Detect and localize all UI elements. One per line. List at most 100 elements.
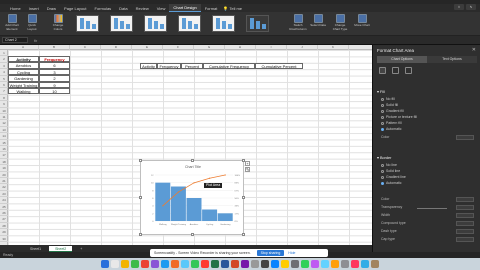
border-option-solid[interactable]: Solid line: [381, 169, 400, 173]
tab-format[interactable]: Format: [201, 5, 222, 12]
dock-app-icon[interactable]: [321, 260, 329, 268]
sheet-tab-sheet1[interactable]: Sheet1: [24, 246, 47, 252]
chart-styles-brush-icon[interactable]: ✎: [245, 167, 250, 172]
table2-header-cumulative-frequency[interactable]: Cumulative Frequency: [203, 63, 255, 70]
tab-data[interactable]: Data: [115, 5, 131, 12]
resize-handle-t[interactable]: [191, 159, 194, 162]
dock-app-icon[interactable]: [291, 260, 299, 268]
resize-handle-tl[interactable]: [139, 159, 142, 162]
dock-app-icon[interactable]: [221, 260, 229, 268]
fill-option-pattern[interactable]: Pattern fill: [381, 121, 402, 125]
dock-app-icon[interactable]: [131, 260, 139, 268]
width-field[interactable]: [456, 213, 474, 218]
dock-app-icon[interactable]: [181, 260, 189, 268]
table2-header-frequency[interactable]: Frequency: [157, 63, 181, 70]
tab-text-options[interactable]: Text Options: [427, 56, 477, 63]
bar[interactable]: [217, 213, 233, 221]
dock-app-icon[interactable]: [311, 260, 319, 268]
bar[interactable]: [155, 182, 171, 221]
chart-style-2[interactable]: [110, 15, 133, 32]
select-data-button[interactable]: Select Data: [310, 14, 326, 34]
size-properties-icon[interactable]: [405, 67, 412, 74]
fill-color-picker[interactable]: [456, 135, 474, 140]
add-chart-element-button[interactable]: Add Chart Element: [4, 14, 20, 34]
close-icon[interactable]: ✕: [472, 47, 476, 53]
chart-elements-plus-icon[interactable]: +: [245, 161, 250, 166]
dock-app-icon[interactable]: [301, 260, 309, 268]
pareto-chart[interactable]: Chart Title 0 0% 2 17% 4 33% 6 50% 8 67% 10 83% 12 100…: [139, 159, 245, 236]
resize-handle-l[interactable]: [139, 196, 142, 199]
cumulative-point[interactable]: [162, 205, 164, 207]
chart-title[interactable]: Chart Title: [185, 165, 201, 169]
table2-header-cumulative-percent[interactable]: Cumulative Percent: [255, 63, 303, 70]
dock-app-icon[interactable]: [151, 260, 159, 268]
border-option-no-line[interactable]: No line: [381, 163, 397, 167]
dock-app-icon[interactable]: [271, 260, 279, 268]
dock-app-icon[interactable]: [261, 260, 269, 268]
stop-sharing-button[interactable]: Stop sharing: [256, 250, 285, 256]
change-colors-button[interactable]: Change Colors: [50, 14, 66, 34]
tell-me-search[interactable]: 💡 Tell me: [223, 6, 242, 11]
cap-type-select[interactable]: [456, 237, 474, 242]
move-chart-button[interactable]: Move Chart: [354, 14, 370, 34]
dock-app-icon[interactable]: [231, 260, 239, 268]
chart-style-6[interactable]: [246, 15, 269, 32]
chart-style-5[interactable]: [212, 15, 235, 32]
tab-page-layout[interactable]: Page Layout: [60, 5, 90, 12]
tab-formulas[interactable]: Formulas: [91, 5, 116, 12]
hide-button[interactable]: Hide: [288, 251, 295, 255]
tab-review[interactable]: Review: [132, 5, 153, 12]
fill-option-picture[interactable]: Picture or texture fill: [381, 115, 417, 119]
dock-app-icon[interactable]: [361, 260, 369, 268]
dock-app-icon[interactable]: [241, 260, 249, 268]
resize-handle-r[interactable]: [242, 196, 245, 199]
dock-app-icon[interactable]: [171, 260, 179, 268]
table1-activity-cell[interactable]: Walking: [8, 88, 39, 95]
tab-draw[interactable]: Draw: [43, 5, 60, 12]
fill-option-no-fill[interactable]: No fill: [381, 97, 395, 101]
dock-app-icon[interactable]: [101, 260, 109, 268]
effects-icon[interactable]: [392, 67, 399, 74]
border-option-gradient[interactable]: Gradient line: [381, 175, 406, 179]
dock-app-icon[interactable]: [141, 260, 149, 268]
bar[interactable]: [202, 209, 218, 222]
tab-insert[interactable]: Insert: [25, 5, 43, 12]
resize-handle-bl[interactable]: [139, 233, 142, 236]
dock-app-icon[interactable]: [121, 260, 129, 268]
add-sheet-plus-icon[interactable]: +: [74, 246, 88, 252]
fill-option-automatic[interactable]: Automatic: [381, 127, 402, 131]
chart-style-3[interactable]: [144, 15, 167, 32]
change-chart-type-button[interactable]: Change Chart Type: [332, 14, 348, 34]
name-box[interactable]: Chart 2: [2, 37, 28, 43]
chart-style-1[interactable]: [76, 15, 99, 32]
fill-option-solid[interactable]: Solid fill: [381, 103, 398, 107]
dock-app-icon[interactable]: [371, 260, 379, 268]
worksheet[interactable]: ABCDEFGHIJK 1 2 3 4 5 6 7 8 9 10 11 12 13 14 15 16 17 18 1…: [0, 45, 372, 245]
cumulative-point[interactable]: [177, 191, 179, 193]
table2-header-activity[interactable]: Activity: [140, 63, 157, 70]
switch-row-column-button[interactable]: Switch Row/Column: [289, 14, 307, 34]
dock-app-icon[interactable]: [211, 260, 219, 268]
border-section-header[interactable]: ▾ Border: [377, 155, 391, 160]
dock-app-icon[interactable]: [111, 260, 119, 268]
tab-home[interactable]: Home: [6, 5, 25, 12]
bar[interactable]: [186, 198, 202, 221]
table1-frequency-cell[interactable]: 10: [39, 88, 70, 95]
cumulative-point[interactable]: [209, 177, 211, 179]
dock-app-icon[interactable]: [341, 260, 349, 268]
border-option-automatic[interactable]: Automatic: [381, 181, 402, 185]
fx-icon[interactable]: fx: [34, 38, 37, 43]
border-color-picker[interactable]: [456, 197, 474, 202]
fill-line-icon[interactable]: [379, 67, 386, 74]
share-icon[interactable]: ⇪: [454, 4, 464, 10]
transparency-slider[interactable]: [417, 208, 447, 209]
cumulative-point[interactable]: [224, 174, 226, 176]
tab-view[interactable]: View: [153, 5, 170, 12]
tab-chart-options[interactable]: Chart Options: [377, 56, 427, 63]
cumulative-point[interactable]: [193, 182, 195, 184]
transparency-field[interactable]: [456, 205, 474, 210]
fill-section-header[interactable]: ▾ Fill: [377, 89, 385, 94]
tab-chart-design[interactable]: Chart Design: [169, 4, 201, 12]
dock-app-icon[interactable]: [251, 260, 259, 268]
comments-icon[interactable]: ✎: [466, 4, 476, 10]
